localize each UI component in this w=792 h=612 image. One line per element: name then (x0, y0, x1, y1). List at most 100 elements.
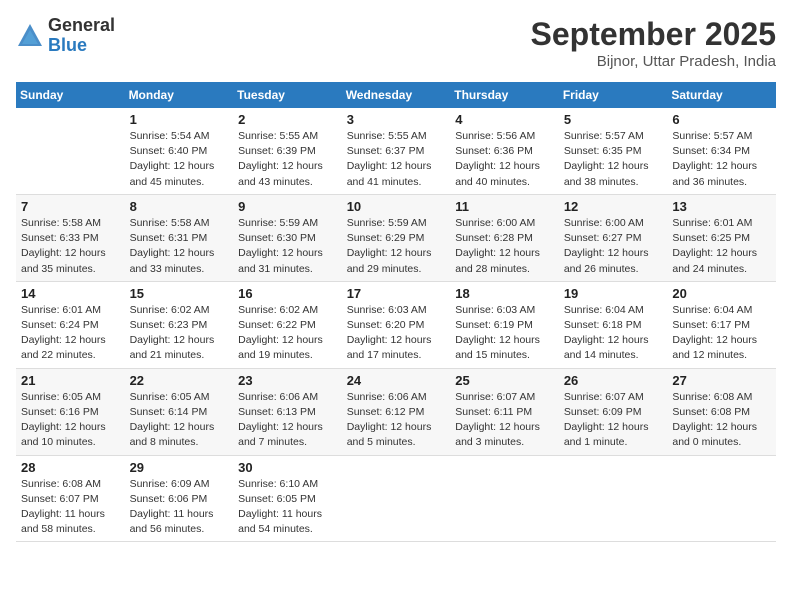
day-info: Sunrise: 6:05 AM Sunset: 6:14 PM Dayligh… (130, 390, 229, 451)
day-info: Sunrise: 6:00 AM Sunset: 6:28 PM Dayligh… (455, 216, 554, 277)
day-number: 19 (564, 286, 663, 301)
calendar-cell: 16 Sunrise: 6:02 AM Sunset: 6:22 PM Dayli… (233, 281, 342, 368)
day-info: Sunrise: 6:02 AM Sunset: 6:22 PM Dayligh… (238, 303, 337, 364)
calendar-cell: 29 Sunrise: 6:09 AM Sunset: 6:06 PM Dayli… (125, 455, 234, 542)
week-row-2: 7 Sunrise: 5:58 AM Sunset: 6:33 PM Daylig… (16, 194, 776, 281)
day-info: Sunrise: 6:08 AM Sunset: 6:08 PM Dayligh… (672, 390, 771, 451)
logo: General Blue (16, 16, 115, 56)
calendar-cell: 11Sunrise: 6:00 AM Sunset: 6:28 PM Dayli… (450, 194, 559, 281)
day-number: 22 (130, 373, 229, 388)
column-header-monday: Monday (125, 82, 234, 108)
calendar-cell: 14 Sunrise: 6:01 AM Sunset: 6:24 PM Dayli… (16, 281, 125, 368)
day-info: Sunrise: 6:00 AM Sunset: 6:27 PM Dayligh… (564, 216, 663, 277)
day-info: Sunrise: 6:03 AM Sunset: 6:19 PM Dayligh… (455, 303, 554, 364)
calendar-cell (667, 455, 776, 542)
calendar-cell: 5Sunrise: 5:57 AM Sunset: 6:35 PM Daylig… (559, 108, 668, 194)
day-info: Sunrise: 5:54 AM Sunset: 6:40 PM Dayligh… (130, 129, 229, 190)
calendar-cell: 27 Sunrise: 6:08 AM Sunset: 6:08 PM Dayli… (667, 368, 776, 455)
day-number: 17 (347, 286, 446, 301)
column-header-tuesday: Tuesday (233, 82, 342, 108)
day-info: Sunrise: 6:01 AM Sunset: 6:25 PM Dayligh… (672, 216, 771, 277)
column-header-saturday: Saturday (667, 82, 776, 108)
week-row-3: 14 Sunrise: 6:01 AM Sunset: 6:24 PM Dayli… (16, 281, 776, 368)
day-info: Sunrise: 5:59 AM Sunset: 6:30 PM Dayligh… (238, 216, 337, 277)
day-info: Sunrise: 6:10 AM Sunset: 6:05 PM Dayligh… (238, 477, 337, 538)
calendar-cell: 25 Sunrise: 6:07 AM Sunset: 6:11 PM Dayli… (450, 368, 559, 455)
logo-icon (16, 22, 44, 50)
calendar-cell: 7 Sunrise: 5:58 AM Sunset: 6:33 PM Daylig… (16, 194, 125, 281)
day-number: 16 (238, 286, 337, 301)
month-title: September 2025 (531, 16, 776, 53)
day-number: 9 (238, 199, 337, 214)
day-number: 26 (564, 373, 663, 388)
day-number: 27 (672, 373, 771, 388)
day-info: Sunrise: 6:03 AM Sunset: 6:20 PM Dayligh… (347, 303, 446, 364)
day-info: Sunrise: 6:08 AM Sunset: 6:07 PM Dayligh… (21, 477, 120, 538)
calendar-cell: 30Sunrise: 6:10 AM Sunset: 6:05 PM Dayli… (233, 455, 342, 542)
day-info: Sunrise: 5:58 AM Sunset: 6:33 PM Dayligh… (21, 216, 120, 277)
day-info: Sunrise: 6:04 AM Sunset: 6:17 PM Dayligh… (672, 303, 771, 364)
day-info: Sunrise: 6:07 AM Sunset: 6:11 PM Dayligh… (455, 390, 554, 451)
day-number: 3 (347, 112, 446, 127)
day-number: 10 (347, 199, 446, 214)
calendar-cell: 8 Sunrise: 5:58 AM Sunset: 6:31 PM Daylig… (125, 194, 234, 281)
calendar-cell: 18 Sunrise: 6:03 AM Sunset: 6:19 PM Dayli… (450, 281, 559, 368)
day-info: Sunrise: 6:05 AM Sunset: 6:16 PM Dayligh… (21, 390, 120, 451)
day-number: 25 (455, 373, 554, 388)
calendar-table: SundayMondayTuesdayWednesdayThursdayFrid… (16, 82, 776, 542)
day-info: Sunrise: 6:09 AM Sunset: 6:06 PM Dayligh… (130, 477, 229, 538)
calendar-header-row: SundayMondayTuesdayWednesdayThursdayFrid… (16, 82, 776, 108)
day-info: Sunrise: 5:55 AM Sunset: 6:39 PM Dayligh… (238, 129, 337, 190)
day-number: 29 (130, 460, 229, 475)
calendar-cell: 3Sunrise: 5:55 AM Sunset: 6:37 PM Daylig… (342, 108, 451, 194)
day-number: 2 (238, 112, 337, 127)
calendar-cell: 10 Sunrise: 5:59 AM Sunset: 6:29 PM Dayli… (342, 194, 451, 281)
day-info: Sunrise: 5:59 AM Sunset: 6:29 PM Dayligh… (347, 216, 446, 277)
day-number: 24 (347, 373, 446, 388)
logo-blue-text: Blue (48, 36, 115, 56)
calendar-cell (559, 455, 668, 542)
day-info: Sunrise: 6:01 AM Sunset: 6:24 PM Dayligh… (21, 303, 120, 364)
calendar-cell: 26 Sunrise: 6:07 AM Sunset: 6:09 PM Dayli… (559, 368, 668, 455)
calendar-cell: 28 Sunrise: 6:08 AM Sunset: 6:07 PM Dayli… (16, 455, 125, 542)
calendar-cell: 15Sunrise: 6:02 AM Sunset: 6:23 PM Dayli… (125, 281, 234, 368)
week-row-5: 28 Sunrise: 6:08 AM Sunset: 6:07 PM Dayli… (16, 455, 776, 542)
day-info: Sunrise: 5:57 AM Sunset: 6:34 PM Dayligh… (672, 129, 771, 190)
day-number: 7 (21, 199, 120, 214)
day-number: 23 (238, 373, 337, 388)
calendar-cell: 2 Sunrise: 5:55 AM Sunset: 6:39 PM Daylig… (233, 108, 342, 194)
calendar-cell (342, 455, 451, 542)
day-info: Sunrise: 5:58 AM Sunset: 6:31 PM Dayligh… (130, 216, 229, 277)
calendar-cell: 1 Sunrise: 5:54 AM Sunset: 6:40 PM Daylig… (125, 108, 234, 194)
logo-general-text: General (48, 16, 115, 36)
week-row-4: 21 Sunrise: 6:05 AM Sunset: 6:16 PM Dayli… (16, 368, 776, 455)
day-number: 12 (564, 199, 663, 214)
day-info: Sunrise: 6:02 AM Sunset: 6:23 PM Dayligh… (130, 303, 229, 364)
day-number: 21 (21, 373, 120, 388)
column-header-wednesday: Wednesday (342, 82, 451, 108)
calendar-cell: 24 Sunrise: 6:06 AM Sunset: 6:12 PM Dayli… (342, 368, 451, 455)
location-text: Bijnor, Uttar Pradesh, India (531, 53, 776, 70)
day-number: 5 (564, 112, 663, 127)
day-number: 6 (672, 112, 771, 127)
column-header-thursday: Thursday (450, 82, 559, 108)
calendar-cell: 23 Sunrise: 6:06 AM Sunset: 6:13 PM Dayli… (233, 368, 342, 455)
calendar-cell: 22 Sunrise: 6:05 AM Sunset: 6:14 PM Dayli… (125, 368, 234, 455)
day-info: Sunrise: 6:07 AM Sunset: 6:09 PM Dayligh… (564, 390, 663, 451)
day-number: 13 (672, 199, 771, 214)
day-number: 14 (21, 286, 120, 301)
day-info: Sunrise: 6:06 AM Sunset: 6:13 PM Dayligh… (238, 390, 337, 451)
day-info: Sunrise: 6:04 AM Sunset: 6:18 PM Dayligh… (564, 303, 663, 364)
column-header-sunday: Sunday (16, 82, 125, 108)
day-number: 28 (21, 460, 120, 475)
title-block: September 2025 Bijnor, Uttar Pradesh, In… (531, 16, 776, 70)
day-info: Sunrise: 6:06 AM Sunset: 6:12 PM Dayligh… (347, 390, 446, 451)
calendar-cell: 13 Sunrise: 6:01 AM Sunset: 6:25 PM Dayli… (667, 194, 776, 281)
calendar-cell (16, 108, 125, 194)
calendar-cell: 17 Sunrise: 6:03 AM Sunset: 6:20 PM Dayli… (342, 281, 451, 368)
day-number: 8 (130, 199, 229, 214)
day-number: 1 (130, 112, 229, 127)
day-number: 20 (672, 286, 771, 301)
day-number: 4 (455, 112, 554, 127)
day-number: 18 (455, 286, 554, 301)
